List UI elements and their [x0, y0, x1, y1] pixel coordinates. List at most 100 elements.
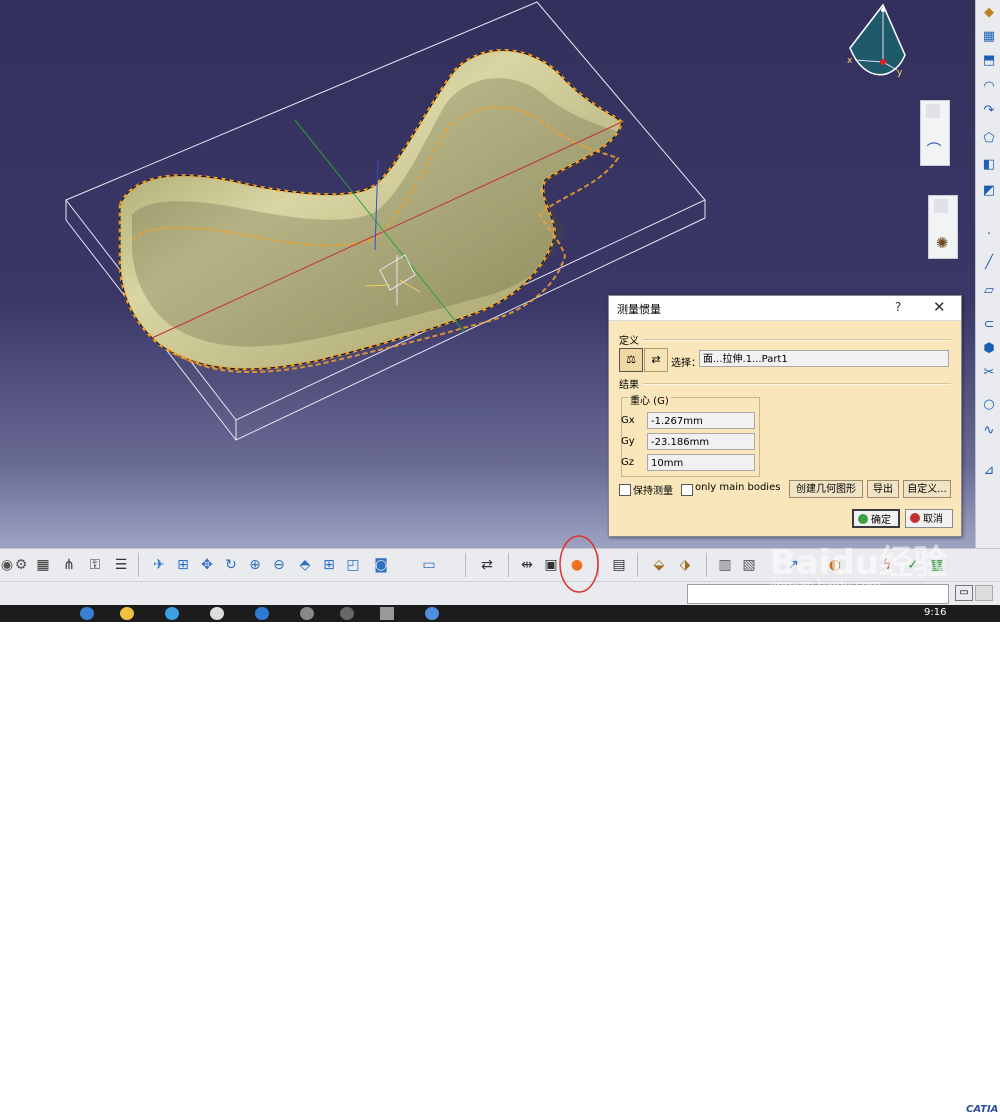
help-button[interactable]: ? [895, 300, 901, 314]
catia-taskbar-icon[interactable] [380, 607, 394, 620]
browser-icon[interactable] [165, 607, 179, 620]
toolbar-grip[interactable] [926, 104, 940, 118]
right-toolbar[interactable]: ◆ ▦ ⬒ ◠ ↷ ⬠ ◧ ◩ · ╱ ▱ ⊂ ⬢ ✂ ○ ∿ ⊿ [975, 0, 1000, 548]
keep-measure-checkbox[interactable] [619, 484, 631, 496]
multisection-icon[interactable]: ◧ [980, 156, 998, 174]
ok-button[interactable]: 确定 [852, 509, 900, 528]
floating-toolbar-2[interactable]: ✺ [928, 195, 958, 259]
extrude-icon[interactable]: ⬒ [980, 52, 998, 70]
toolbar-separator [637, 553, 638, 577]
normal-view-icon[interactable]: ⬘ [296, 556, 314, 574]
3d-viewport[interactable]: x y ⌒ ✺ 测量惯量 ? ✕ 定义 ⚖ ⇄ 选择： 面...拉伸.1...P… [0, 0, 975, 548]
render-icon[interactable]: ✺ [932, 234, 952, 252]
measure-between-icon[interactable]: ⇄ [478, 556, 496, 574]
keep-measure-label: 保持测量 [633, 486, 673, 497]
apply-material-icon[interactable]: ⬙ [650, 556, 668, 574]
start-icon[interactable] [80, 607, 94, 620]
cancel-label: 取消 [923, 514, 943, 525]
results-label: 结果 [619, 380, 639, 391]
stop-button[interactable] [975, 585, 993, 601]
gx-label: Gx [621, 415, 635, 426]
grid-icon[interactable]: ▦ [980, 28, 998, 46]
create-geometry-button[interactable]: 创建几何图形 [789, 480, 863, 498]
gy-label: Gy [621, 436, 635, 447]
lock-icon[interactable]: ⚿ [86, 556, 104, 574]
taskbar[interactable]: 9:16 [0, 605, 1000, 622]
fit-all-icon[interactable]: ⊞ [174, 556, 192, 574]
gx-value: -1.267mm [647, 412, 755, 429]
folder-icon[interactable] [120, 607, 134, 620]
line-icon[interactable]: ╱ [980, 254, 998, 272]
blend-icon[interactable]: ◩ [980, 182, 998, 200]
zoom-in-icon[interactable]: ⊕ [246, 556, 264, 574]
offset-icon[interactable]: ⊂ [980, 316, 998, 334]
capture-icon[interactable]: ▤ [610, 556, 628, 574]
cancel-button[interactable]: 取消 [905, 509, 953, 528]
material-library-icon[interactable]: ⬗ [676, 556, 694, 574]
zoom-out-icon[interactable]: ⊖ [270, 556, 288, 574]
join-icon[interactable]: ⬢ [980, 340, 998, 358]
red-circle-annotation [559, 535, 599, 593]
app-icon[interactable] [425, 607, 439, 620]
spline-icon[interactable]: ∿ [980, 422, 998, 440]
svg-text:x: x [847, 56, 853, 66]
law-curve-icon[interactable]: ⌒ [924, 139, 944, 160]
toolbar-separator [706, 553, 707, 577]
tools-icon[interactable]: ▧ [740, 556, 758, 574]
toolbar-grip[interactable] [934, 199, 948, 213]
customize-button[interactable]: 自定义... [903, 480, 951, 498]
toolbar-separator [138, 553, 139, 577]
export-button[interactable]: 导出 [867, 480, 899, 498]
dialog-titlebar[interactable]: 测量惯量 ? ✕ [609, 296, 961, 321]
tree-icon[interactable]: ⋔ [60, 556, 78, 574]
cancel-icon [910, 513, 920, 523]
watermark-url: jingyan.baidu.com [770, 578, 881, 592]
svg-text:y: y [897, 68, 903, 78]
command-button[interactable]: ▭ [955, 585, 973, 601]
only-main-bodies-label: only main bodies [695, 482, 781, 493]
plane-icon[interactable]: ▱ [980, 282, 998, 300]
measure-inertia-mode-button[interactable]: ⚖ [619, 348, 643, 372]
app-icon[interactable] [340, 607, 354, 620]
divider [643, 339, 951, 341]
hide-show-icon[interactable]: ▭ [420, 556, 438, 574]
rotate-icon[interactable]: ↻ [222, 556, 240, 574]
app-icon[interactable] [300, 607, 314, 620]
shading-icon[interactable]: ◙ [372, 556, 390, 574]
selection-field[interactable]: 面...拉伸.1...Part1 [699, 350, 949, 367]
sheet-icon[interactable]: ▥ [716, 556, 734, 574]
compass-icon[interactable]: x y [845, 0, 915, 93]
app-icon[interactable] [210, 607, 224, 620]
gz-value: 10mm [647, 454, 755, 471]
multi-view-icon[interactable]: ⊞ [320, 556, 338, 574]
gy-value: -23.186mm [647, 433, 755, 450]
point-icon[interactable]: ◆ [980, 4, 998, 22]
circle-icon[interactable]: ○ [980, 396, 998, 414]
selection-label: 选择： [671, 358, 701, 369]
sweep-icon[interactable]: ↷ [980, 102, 998, 120]
revolve-icon[interactable]: ◠ [980, 78, 998, 96]
sketch-icon[interactable]: ⊿ [980, 462, 998, 480]
floating-toolbar-1[interactable]: ⌒ [920, 100, 950, 166]
only-main-bodies-checkbox[interactable] [681, 484, 693, 496]
split-icon[interactable]: ✂ [980, 364, 998, 382]
watermark-logo: Baidu经验 [770, 543, 948, 583]
measure-item-icon[interactable]: ⇹ [518, 556, 536, 574]
measure-inertia-2d-button[interactable]: ⇄ [644, 348, 668, 372]
center-of-gravity-label: 重心 (G) [628, 392, 671, 407]
table-icon[interactable]: ▦ [34, 556, 52, 574]
list-icon[interactable]: ☰ [112, 556, 130, 574]
fill-icon[interactable]: ⬠ [980, 130, 998, 148]
measure-inertia-dialog[interactable]: 测量惯量 ? ✕ 定义 ⚖ ⇄ 选择： 面...拉伸.1...Part1 结果 … [608, 295, 962, 537]
clock: 9:16 [924, 607, 947, 618]
toolbar-separator [508, 553, 509, 577]
extrude-surface[interactable] [118, 49, 624, 374]
pan-icon[interactable]: ✥ [198, 556, 216, 574]
app-icon[interactable] [255, 607, 269, 620]
ok-icon [858, 514, 868, 524]
close-button[interactable]: ✕ [933, 298, 946, 316]
iso-view-icon[interactable]: ◰ [344, 556, 362, 574]
fly-icon[interactable]: ✈ [150, 556, 168, 574]
point-tool-icon[interactable]: · [980, 226, 998, 244]
gear-icon[interactable]: ⚙ [12, 556, 30, 574]
